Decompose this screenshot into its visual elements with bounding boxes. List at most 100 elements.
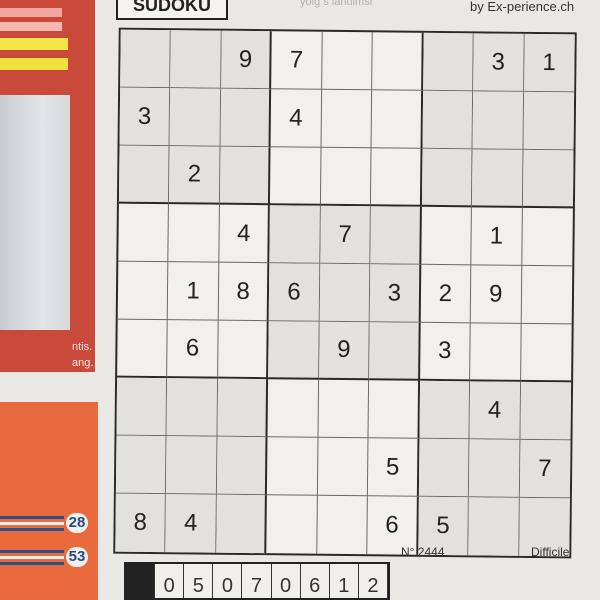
sudoku-cell[interactable] [520, 381, 572, 441]
byline: by Ex-perience.ch [470, 0, 575, 14]
sudoku-cell[interactable] [318, 379, 370, 439]
answer-strip-cell: 5 [184, 564, 214, 598]
sudoku-cell[interactable] [317, 437, 369, 497]
sudoku-cell[interactable] [468, 439, 521, 498]
sudoku-cell[interactable] [270, 147, 322, 206]
sudoku-cell[interactable] [267, 379, 319, 438]
sudoku-cell[interactable] [118, 203, 170, 263]
sudoku-cell[interactable]: 9 [318, 321, 370, 381]
strip-text: ntis. [72, 341, 93, 353]
sudoku-cell[interactable] [522, 149, 574, 209]
sudoku-cell[interactable]: 4 [469, 381, 521, 440]
sudoku-cell[interactable] [216, 494, 268, 554]
sudoku-cell[interactable] [219, 146, 271, 206]
sudoku-cell[interactable] [468, 497, 520, 556]
sudoku-cell[interactable] [216, 436, 268, 496]
blue-stripe [0, 516, 64, 519]
sudoku-cell[interactable] [166, 436, 218, 495]
white-stripe [0, 556, 64, 559]
sudoku-cell[interactable] [168, 204, 220, 263]
sudoku-cell[interactable] [220, 88, 272, 148]
answer-strip-cell: 0 [213, 564, 243, 598]
sudoku-cell[interactable]: 6 [167, 320, 219, 379]
sudoku-cell[interactable]: 3 [369, 264, 421, 323]
sudoku-cell[interactable]: 1 [471, 207, 523, 266]
sudoku-cell[interactable] [217, 320, 270, 380]
sudoku-cell[interactable]: 3 [119, 87, 171, 147]
sudoku-cell[interactable]: 4 [270, 89, 322, 148]
sudoku-cell[interactable]: 7 [519, 439, 571, 499]
sudoku-cell[interactable] [418, 438, 470, 498]
sudoku-cell[interactable] [470, 323, 522, 382]
sudoku-cell[interactable] [372, 32, 424, 91]
sudoku-cell[interactable]: 9 [221, 30, 273, 90]
yellow-bar [0, 58, 68, 70]
sudoku-cell[interactable]: 2 [169, 146, 221, 205]
sudoku-cell[interactable]: 3 [473, 33, 525, 92]
puzzle-number: N° 2444 [401, 545, 445, 559]
sudoku-cell[interactable] [267, 437, 319, 496]
yellow-bar [0, 38, 68, 50]
sudoku-cell[interactable] [422, 90, 474, 150]
sudoku-title: SUDOKU [116, 0, 228, 20]
sudoku-cell[interactable] [266, 495, 318, 554]
sudoku-cell[interactable] [419, 380, 471, 440]
sudoku-cell[interactable] [321, 89, 373, 149]
sudoku-cell[interactable] [521, 207, 573, 267]
strip-text: ang. [72, 357, 94, 369]
sudoku-cell[interactable] [217, 378, 269, 438]
sudoku-cell[interactable] [317, 495, 369, 555]
sudoku-cell[interactable]: 7 [320, 205, 372, 265]
sudoku-cell[interactable] [268, 321, 320, 380]
sudoku-cell[interactable] [472, 149, 524, 208]
sudoku-cell[interactable] [166, 378, 218, 437]
sudoku-cell[interactable] [370, 206, 422, 265]
sudoku-cell[interactable]: 3 [419, 322, 471, 382]
sudoku-cell[interactable]: 9 [470, 265, 522, 324]
sudoku-cell[interactable] [116, 377, 168, 437]
sudoku-cell[interactable] [120, 29, 172, 89]
sudoku-cell[interactable] [115, 435, 167, 495]
white-stripe [0, 522, 64, 525]
sudoku-cell[interactable] [420, 206, 473, 266]
sudoku-cell[interactable]: 4 [219, 204, 271, 264]
sudoku-cell[interactable]: 1 [168, 262, 220, 321]
stripe-bar [0, 22, 62, 31]
sudoku-cell[interactable] [472, 91, 524, 150]
sudoku-cell[interactable] [170, 30, 222, 89]
sudoku-cell[interactable] [319, 263, 371, 323]
sudoku-cell[interactable]: 6 [269, 263, 321, 322]
grey-card [0, 95, 70, 330]
sudoku-cell[interactable] [371, 148, 423, 207]
sudoku-cell[interactable]: 1 [523, 33, 575, 93]
sudoku-cell[interactable] [368, 380, 420, 439]
sudoku-cell[interactable]: 8 [218, 262, 270, 322]
sudoku-cell[interactable] [117, 319, 169, 379]
answer-strip-cell: 2 [359, 564, 388, 598]
sudoku-cell[interactable]: 7 [271, 31, 323, 90]
sudoku-cell[interactable] [521, 265, 573, 325]
answer-strip-cell: 1 [330, 564, 359, 598]
sudoku-cell[interactable] [520, 323, 572, 383]
sudoku-cell[interactable] [320, 147, 372, 207]
sudoku-cell[interactable] [321, 31, 373, 91]
sudoku-cell[interactable] [523, 91, 575, 151]
sudoku-cell[interactable]: 5 [368, 438, 420, 497]
sudoku-cell[interactable] [369, 322, 421, 381]
sudoku-cell[interactable] [169, 88, 222, 147]
sudoku-cell[interactable]: 4 [165, 494, 217, 553]
answer-strip-cell: 0 [155, 564, 185, 598]
sudoku-cell[interactable] [269, 205, 321, 264]
header-faint-text: yoig s lahuimsi [300, 0, 373, 8]
sudoku-cell[interactable] [117, 261, 169, 321]
answer-strip-cell: 6 [301, 564, 330, 598]
sudoku-cell[interactable] [118, 145, 170, 205]
sudoku-cell[interactable] [371, 90, 423, 149]
answer-strip-cell: 1 [126, 564, 156, 598]
sudoku-cell[interactable] [421, 148, 473, 208]
sudoku-cell[interactable] [422, 32, 474, 92]
blue-stripe [0, 550, 64, 553]
orange-panel [0, 402, 98, 600]
sudoku-cell[interactable]: 8 [115, 493, 167, 553]
sudoku-cell[interactable]: 2 [420, 264, 472, 324]
